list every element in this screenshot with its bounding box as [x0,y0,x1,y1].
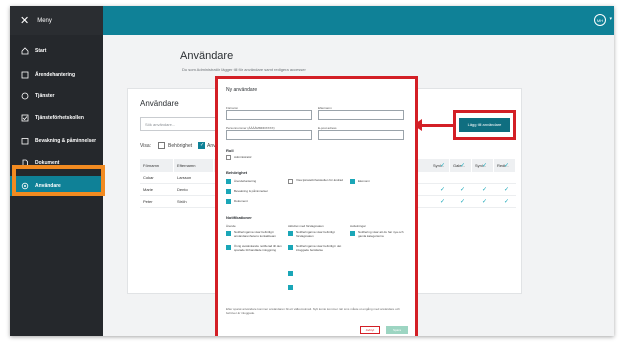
sidebar-item-arendehantering[interactable]: Ärendehantering [10,65,103,85]
add-button-highlight-frame: Lägg till användare [453,110,516,140]
filter-behorighet-label: Behörighet [168,143,193,149]
page-title: Användare [180,50,234,62]
arrow-icon [419,124,455,127]
roll-admin-checkbox[interactable] [226,155,231,160]
behorighet-label: Dokument [234,199,248,203]
cancel-button[interactable]: Avbryt [360,326,380,334]
add-user-button[interactable]: Lägg till användare [459,118,510,132]
page-subtitle: Du som Administratör lägger till för anv… [182,67,306,72]
filter-anvandare-checkbox[interactable] [198,142,205,149]
new-user-modal: Ny användare Förnamn Efternamn Personnum… [218,79,415,336]
menu-button[interactable]: ✕ Meny [10,6,103,35]
table-cell: Cokar [143,175,154,180]
table-cell: Peter [143,199,153,204]
behorighet-checkbox[interactable] [226,199,231,204]
modal-footnote: Efter sparat användare kommer användaren… [226,307,400,315]
check-icon [20,114,29,123]
check-icon: ✓ [440,199,446,205]
services-icon [20,92,29,101]
card-title: Användare [140,99,179,108]
notiser-column-header: Ärende [226,224,236,228]
check-icon: ✓ [482,187,488,193]
notiser-heading: Notifikationer [226,215,252,220]
behorighet-label: Visa tjänsteförhetskollen för ändrad [296,178,343,182]
check-icon: ✓ [482,199,488,205]
roll-admin-label: Administratör [234,155,252,159]
notis-checkbox[interactable] [226,245,231,250]
check-icon: ✓ [504,187,510,193]
notis-label: Övrig avstänkande notifierad till den sp… [234,244,282,252]
cases-icon [20,71,29,80]
behorighet-heading: Behörighet [226,170,248,175]
notis-label: Notifieringarna visar befintligt förslag… [296,230,335,238]
notiser-column-header: Aktivitet med förslagsvalen [288,224,324,228]
check-icon: ✓ [504,199,510,205]
notis-checkbox[interactable] [350,231,355,236]
behorighet-checkbox[interactable] [226,189,231,194]
close-icon: ✕ [20,15,30,27]
menu-label: Meny [37,17,52,24]
roll-heading: Roll [226,148,234,153]
check-icon: ✓ [460,199,466,205]
behorighet-label: Bevakning & påminnelser [234,189,269,193]
sidebar-item-tjanstekollen[interactable]: Tjänsteförhetskollen [10,108,103,128]
notis-checkbox[interactable] [288,231,293,236]
behorighet-checkbox[interactable] [226,179,231,184]
sidebar-item-label: Ärendehantering [35,72,76,78]
home-icon [20,47,29,56]
check-icon: ✓ [460,187,466,193]
column-header[interactable]: Efternamn [174,159,214,172]
epost-field[interactable] [318,130,404,140]
table-cell: Larsson [177,175,192,180]
sidebar-item-label: Bevakning & påminnelser [35,138,97,144]
notis-checkbox[interactable] [226,231,231,236]
sidebar-item-label: Tjänsteförhetskollen [35,115,84,121]
behorighet-checkbox[interactable] [350,179,355,184]
notis-label: Notifieringarna visar befintligt i det i… [296,244,342,252]
check-icon: ✓ [482,163,488,169]
top-bar: ✕ Meny MH ▾ [10,6,614,35]
sidebar-item-bevakning[interactable]: Bevakning & påminnelser [10,131,103,151]
column-header[interactable]: Förnamn [140,159,174,172]
user-avatar-button[interactable]: MH [594,14,606,26]
sidebar-item-start[interactable]: Start [10,41,103,61]
table-cell: Marie [143,187,154,192]
notis-label: Notifieringarna visar befintligt i använ… [234,230,277,238]
notiser-column-header: Avdelningar [350,224,366,228]
behorighet-label: Ärendehantering [234,179,257,183]
app-window: ✕ Meny MH ▾ Start Ärendehantering Tjänst… [10,6,614,336]
check-icon: ✓ [440,187,446,193]
modal-title: Ny användare [226,87,258,93]
chevron-down-icon[interactable]: ▾ [609,16,612,22]
filter-behorighet-checkbox[interactable] [158,142,165,149]
visa-label: Visa: [140,143,152,149]
notis-label: Notifiering visar att du har nya och gam… [358,230,404,238]
sidebar-item-tjanster[interactable]: Tjänster [10,86,103,106]
sidebar-highlight-frame [12,165,105,196]
table-cell: Dento [177,187,188,192]
check-icon: ✓ [504,163,510,169]
check-icon: ✓ [440,163,446,169]
sidebar-item-label: Start [35,48,47,54]
save-button[interactable]: Spara [386,326,408,334]
table-cell: Ströh [177,199,187,204]
notis-checkbox[interactable] [288,271,293,276]
new-user-modal-frame: Ny användare Förnamn Efternamn Personnum… [215,76,418,336]
sidebar-item-label: Tjänster [35,93,55,99]
fornamn-field[interactable] [226,110,312,120]
check-icon: ✓ [460,163,466,169]
search-input[interactable]: Sök användare... [140,117,220,131]
notis-checkbox[interactable] [288,245,293,250]
behorighet-label: Ekonomi [358,179,370,183]
notis-checkbox[interactable] [288,285,293,290]
personnummer-field[interactable] [226,130,312,140]
efternamn-field[interactable] [318,110,404,120]
behorighet-checkbox[interactable] [288,179,293,184]
bell-icon [20,137,29,146]
